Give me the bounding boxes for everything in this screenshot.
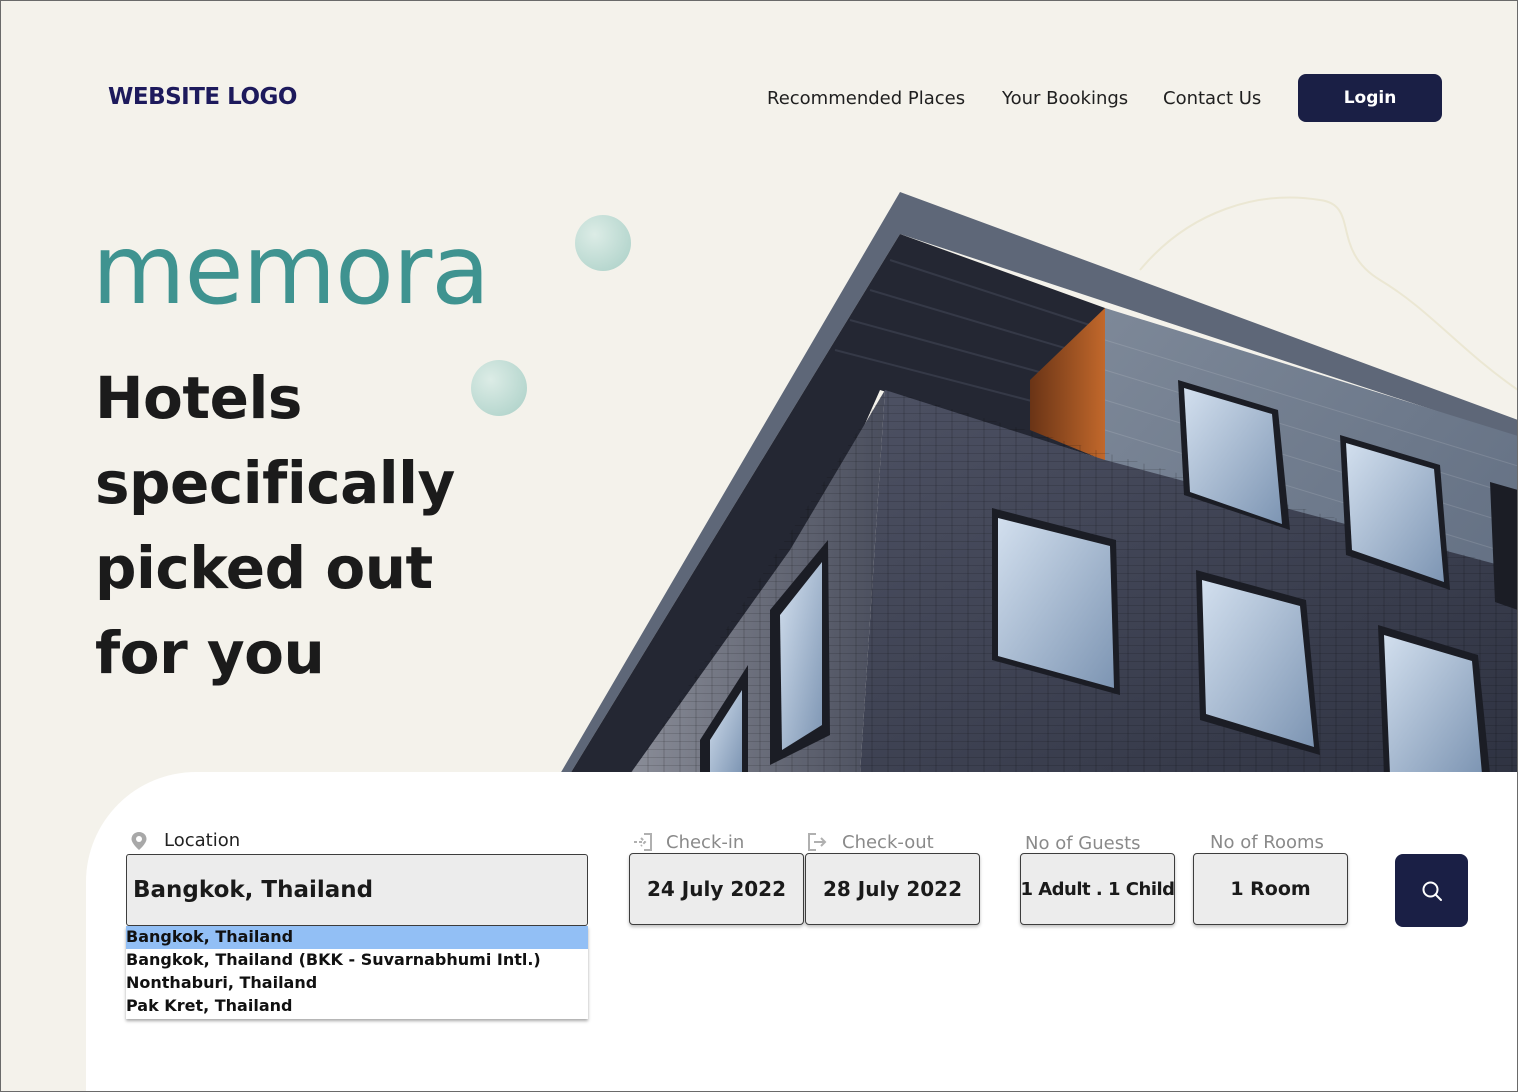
check-out-label: Check-out bbox=[842, 832, 934, 853]
location-label: Location bbox=[164, 830, 241, 851]
tagline-line: specifically bbox=[95, 449, 455, 517]
guests-field[interactable]: 1 Adult . 1 Child bbox=[1020, 853, 1175, 925]
rooms-label: No of Rooms bbox=[1210, 832, 1324, 853]
nav-contact-us[interactable]: Contact Us bbox=[1163, 88, 1261, 109]
guests-label: No of Guests bbox=[1025, 833, 1141, 854]
website-logo[interactable]: WEBSITE LOGO bbox=[108, 84, 297, 110]
suggestion-item[interactable]: Bangkok, Thailand bbox=[126, 926, 588, 949]
suggestion-item[interactable]: Pak Kret, Thailand bbox=[126, 995, 588, 1018]
login-button[interactable]: Login bbox=[1298, 74, 1442, 122]
location-suggestions-dropdown: Bangkok, Thailand Bangkok, Thailand (BKK… bbox=[126, 926, 588, 1019]
tagline-line: picked out bbox=[95, 534, 433, 602]
suggestion-item[interactable]: Bangkok, Thailand (BKK - Suvarnabhumi In… bbox=[126, 949, 588, 972]
check-out-field[interactable]: 28 July 2022 bbox=[805, 853, 980, 925]
decorative-bubble bbox=[575, 215, 631, 271]
check-in-icon bbox=[634, 833, 652, 851]
suggestion-item[interactable]: Nonthaburi, Thailand bbox=[126, 972, 588, 995]
search-icon bbox=[1422, 881, 1442, 901]
hero-tagline: Hotels specifically picked out for you bbox=[95, 356, 515, 696]
rooms-field[interactable]: 1 Room bbox=[1193, 853, 1348, 925]
tagline-line: for you bbox=[95, 619, 325, 687]
location-input[interactable] bbox=[126, 854, 588, 926]
search-button[interactable] bbox=[1395, 854, 1468, 927]
nav-your-bookings[interactable]: Your Bookings bbox=[1002, 88, 1128, 109]
check-out-icon bbox=[808, 833, 827, 851]
brand-name: memora bbox=[92, 214, 490, 326]
location-pin-icon bbox=[131, 832, 147, 850]
check-in-field[interactable]: 24 July 2022 bbox=[629, 853, 804, 925]
site-header: WEBSITE LOGO Recommended Places Your Boo… bbox=[0, 0, 1518, 160]
check-in-label: Check-in bbox=[666, 832, 745, 853]
hero-building-image bbox=[560, 190, 1518, 774]
nav-recommended-places[interactable]: Recommended Places bbox=[767, 88, 965, 109]
tagline-line: Hotels bbox=[95, 364, 302, 432]
